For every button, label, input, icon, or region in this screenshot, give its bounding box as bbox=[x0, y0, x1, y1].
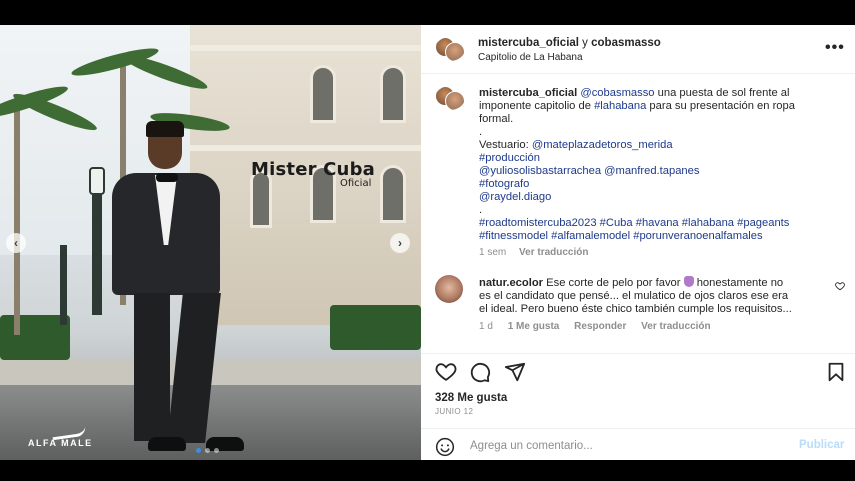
photo-hedge bbox=[330, 305, 421, 350]
photo-overlay-subtitle: Oficial bbox=[340, 178, 372, 189]
hashtag-link[interactable]: #producción bbox=[479, 152, 540, 164]
prev-slide-button[interactable]: ‹ bbox=[6, 233, 26, 253]
comment-time[interactable]: 1 d bbox=[479, 321, 493, 332]
comment-meta: 1 d 1 Me gusta Responder Ver traducción bbox=[479, 321, 723, 332]
hashtag-link[interactable]: #fotografo bbox=[479, 178, 529, 190]
location-link[interactable]: Capitolio de La Habana bbox=[478, 52, 583, 63]
slide-indicator bbox=[196, 448, 219, 453]
commenter-avatar[interactable] bbox=[435, 275, 463, 303]
collab-avatars[interactable] bbox=[435, 37, 465, 61]
comment: natur.ecolor Ese corte de pelo por favor… bbox=[479, 276, 792, 315]
mention-link[interactable]: @yuliosolisbastarrachea bbox=[479, 165, 601, 177]
commenter-username-link[interactable]: natur.ecolor bbox=[479, 277, 543, 289]
divider bbox=[421, 353, 855, 354]
add-comment-bar: Publicar bbox=[421, 428, 855, 460]
author-username-link[interactable]: mistercuba_oficial bbox=[478, 37, 579, 49]
photo-overlay-title: Mister Cuba bbox=[251, 159, 376, 180]
caption-translate-link[interactable]: Ver traducción bbox=[519, 247, 588, 258]
more-horizontal-icon[interactable]: ••• bbox=[825, 39, 845, 57]
post-caption: mistercuba_oficial @cobasmasso una puest… bbox=[479, 87, 831, 243]
slide-dot bbox=[205, 448, 210, 453]
post-photo[interactable]: Mister Cuba Oficial ALFA MALE ‹ › bbox=[0, 25, 421, 460]
caption-time[interactable]: 1 sem bbox=[479, 247, 506, 258]
mention-link[interactable]: @raydel.diago bbox=[479, 191, 551, 203]
brand-logo-text: ALFA MALE bbox=[28, 438, 93, 448]
post-side-panel: mistercuba_oficial y cobasmasso Capitoli… bbox=[421, 25, 855, 460]
hashtags-line[interactable]: #roadtomistercuba2023 #Cuba #havana #lah… bbox=[479, 217, 831, 230]
comment-likes-link[interactable]: 1 Me gusta bbox=[508, 321, 560, 332]
post-actions bbox=[435, 361, 845, 385]
comment-input[interactable] bbox=[470, 436, 770, 456]
heart-icon[interactable] bbox=[435, 361, 459, 385]
comment-translate-link[interactable]: Ver traducción bbox=[641, 321, 710, 332]
caption-author-avatar[interactable] bbox=[435, 86, 465, 110]
send-icon[interactable] bbox=[504, 361, 528, 385]
comment-like-heart-icon[interactable] bbox=[835, 281, 845, 294]
hashtag-link[interactable]: #lahabana bbox=[594, 100, 646, 112]
hashtags-line[interactable]: #fitnessmodel #alfamalemodel #porunveran… bbox=[479, 230, 831, 243]
mention-link[interactable]: @mateplazadetoros_merida bbox=[532, 139, 673, 151]
caption-username-link[interactable]: mistercuba_oficial bbox=[479, 87, 577, 99]
slide-dot bbox=[196, 448, 201, 453]
post-header: mistercuba_oficial y cobasmasso Capitoli… bbox=[421, 25, 855, 74]
slide-dot bbox=[214, 448, 219, 453]
post-authors: mistercuba_oficial y cobasmasso bbox=[478, 37, 661, 49]
next-slide-button[interactable]: › bbox=[390, 233, 410, 253]
mention-link[interactable]: @manfred.tapanes bbox=[604, 165, 699, 177]
caption-meta: 1 sem Ver traducción bbox=[479, 247, 598, 258]
like-count-link[interactable]: 328 Me gusta bbox=[435, 392, 507, 404]
collab-username-link[interactable]: cobasmasso bbox=[591, 37, 661, 49]
post-dialog: Mister Cuba Oficial ALFA MALE ‹ › mister… bbox=[0, 25, 855, 460]
comment-icon[interactable] bbox=[469, 361, 493, 385]
emoji-icon bbox=[683, 276, 694, 287]
emoji-picker-icon[interactable] bbox=[435, 437, 455, 457]
comment-reply-link[interactable]: Responder bbox=[574, 321, 626, 332]
street-lamp bbox=[92, 195, 102, 315]
caption-mention-link[interactable]: @cobasmasso bbox=[580, 87, 654, 99]
publish-button[interactable]: Publicar bbox=[799, 439, 844, 451]
bookmark-icon[interactable] bbox=[825, 361, 849, 385]
post-date[interactable]: JUNIO 12 bbox=[435, 407, 473, 416]
